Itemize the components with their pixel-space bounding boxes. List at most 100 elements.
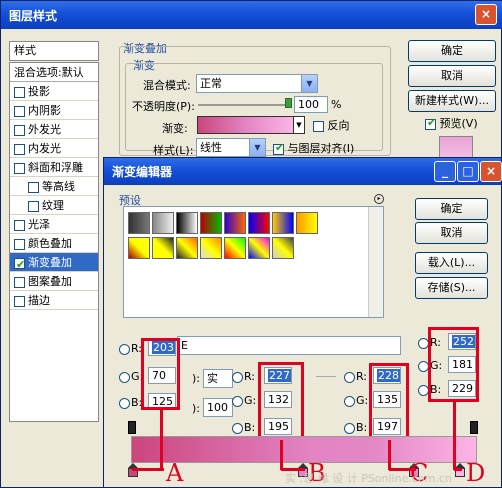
preset-swatch[interactable]	[128, 237, 150, 259]
load-button[interactable]: 载入(L)...	[415, 252, 488, 274]
preset-swatch[interactable]	[200, 237, 222, 259]
opacity-stop-icon[interactable]	[128, 421, 136, 434]
smoothness-input[interactable]: 100	[203, 398, 233, 417]
preset-swatch[interactable]	[248, 237, 270, 259]
type-select[interactable]: 实	[203, 369, 233, 388]
preset-swatch[interactable]	[128, 212, 150, 234]
slider-handle-icon[interactable]	[285, 98, 292, 108]
type-label: ):	[192, 372, 200, 385]
name-input[interactable]: E	[177, 336, 401, 355]
style-item[interactable]: ✔ 渐变叠加	[10, 253, 98, 272]
style-item-label: 描边	[28, 294, 50, 307]
style-item[interactable]: 图案叠加	[10, 272, 98, 291]
radio-icon[interactable]	[344, 423, 355, 434]
ok-button[interactable]: 确定	[408, 40, 496, 62]
style-item[interactable]: 内阴影	[10, 101, 98, 120]
checkbox-icon	[14, 162, 25, 174]
connector-line	[453, 468, 462, 471]
radio-icon[interactable]	[232, 423, 243, 434]
align-checkbox[interactable]: ✔ 与图层对齐(I)	[273, 140, 354, 156]
preset-swatch[interactable]	[224, 212, 246, 234]
gradient-picker[interactable]: ▼	[197, 116, 305, 134]
opacity-stop-icon[interactable]	[470, 421, 478, 434]
checkbox-icon	[14, 238, 25, 250]
blend-mode-value: 正常	[200, 77, 222, 90]
style-item-label: 投影	[28, 85, 50, 98]
new-style-button[interactable]: 新建样式(W)...	[408, 90, 496, 112]
checkbox-icon	[14, 86, 25, 98]
preset-grid	[123, 206, 384, 318]
preview-checkbox[interactable]: ✔ 预览(V)	[425, 115, 478, 131]
style-item[interactable]: 颜色叠加	[10, 234, 98, 253]
style-select[interactable]: 线性 ▼	[196, 138, 266, 157]
menu-arrow-icon[interactable]: ▸	[374, 194, 384, 204]
blend-options-item[interactable]: 混合选项:默认	[10, 63, 98, 82]
style-item[interactable]: 描边	[10, 291, 98, 310]
close-icon[interactable]: ×	[475, 4, 497, 25]
highlight-box	[369, 363, 409, 440]
radio-icon[interactable]	[232, 396, 243, 407]
radio-icon[interactable]	[344, 396, 355, 407]
gradient-label: 渐变:	[162, 122, 188, 135]
opacity-input[interactable]: 100	[294, 96, 328, 113]
minimize-icon[interactable]: _	[434, 161, 456, 182]
channel-label: B:	[356, 421, 368, 434]
style-value: 线性	[200, 141, 222, 154]
style-item[interactable]: 外发光	[10, 120, 98, 139]
checkbox-icon	[28, 200, 39, 212]
preset-swatch[interactable]	[200, 212, 222, 234]
style-item-label: 外发光	[28, 123, 61, 136]
checkmark-icon: ✔	[425, 115, 437, 130]
maximize-icon[interactable]: □	[457, 161, 479, 182]
preset-swatch[interactable]	[176, 237, 198, 259]
percent-sign: %	[331, 98, 342, 111]
style-item-label: 渐变叠加	[28, 256, 72, 269]
channel-label: G:	[356, 394, 369, 407]
divider	[316, 376, 336, 377]
preset-swatch[interactable]	[272, 237, 294, 259]
editor-ok-button[interactable]: 确定	[415, 198, 488, 220]
connector-line	[452, 402, 456, 470]
editor-cancel-button[interactable]: 取消	[415, 222, 488, 244]
blend-mode-label: 混合模式:	[143, 79, 191, 92]
editor-title: 渐变编辑器	[112, 165, 173, 179]
style-item[interactable]: 内发光	[10, 139, 98, 158]
blend-mode-select[interactable]: 正常 ▼	[196, 74, 318, 93]
style-item[interactable]: 纹理	[10, 196, 98, 215]
radio-icon[interactable]	[119, 398, 130, 409]
stop-label: D	[466, 459, 486, 487]
style-item[interactable]: 等高线	[10, 177, 98, 196]
close-icon[interactable]: ×	[480, 161, 502, 182]
reverse-checkbox[interactable]: 反向	[313, 117, 350, 133]
preset-scrollbar[interactable]	[368, 207, 383, 317]
style-item[interactable]: 斜面和浮雕	[10, 158, 98, 177]
save-button[interactable]: 存储(S)...	[415, 277, 488, 299]
reverse-label: 反向	[327, 119, 350, 132]
preset-swatch[interactable]	[176, 212, 198, 234]
radio-icon[interactable]	[344, 372, 355, 383]
preset-swatch[interactable]	[152, 237, 174, 259]
opacity-slider[interactable]	[198, 104, 290, 106]
style-item-label: 内阴影	[28, 104, 61, 117]
radio-icon[interactable]	[119, 344, 130, 355]
channel-label: B:	[244, 421, 256, 434]
styles-header[interactable]: 样式	[9, 41, 99, 61]
checkbox-icon	[14, 124, 25, 136]
cancel-button[interactable]: 取消	[408, 65, 496, 87]
preset-swatch[interactable]	[296, 212, 318, 234]
chevron-down-icon: ▼	[301, 75, 317, 92]
preset-swatch[interactable]	[224, 237, 246, 259]
title-bar: 图层样式 ×	[1, 1, 502, 29]
checkbox-icon	[14, 143, 25, 155]
preset-swatch[interactable]	[152, 212, 174, 234]
align-label: 与图层对齐(I)	[287, 142, 355, 155]
style-item[interactable]: 光泽	[10, 215, 98, 234]
radio-icon[interactable]	[119, 372, 130, 383]
channel-label: R:	[356, 370, 368, 383]
preset-swatch[interactable]	[248, 212, 270, 234]
radio-icon[interactable]	[232, 372, 243, 383]
style-item[interactable]: 投影	[10, 82, 98, 101]
preset-swatch[interactable]	[272, 212, 294, 234]
checkbox-icon	[14, 219, 25, 231]
editor-title-bar: 渐变编辑器 _ □ ×	[104, 158, 502, 185]
